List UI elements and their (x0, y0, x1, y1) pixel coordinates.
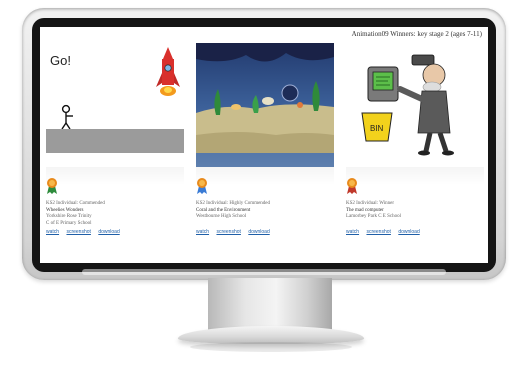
bin-drawing: BIN (361, 112, 393, 142)
entry-title: Wheelies Wonders (46, 207, 84, 213)
download-link[interactable]: download (248, 229, 269, 235)
card-links: watch screenshot download (346, 229, 426, 235)
download-link[interactable]: download (98, 229, 119, 235)
download-link[interactable]: download (398, 229, 419, 235)
stand-shadow (190, 342, 352, 352)
thumbnail-reflection (346, 167, 484, 185)
entry-author: Lamorbey Park C E School (346, 214, 401, 220)
screen: Animation09 Winners: key stage 2 (ages 7… (40, 27, 488, 263)
entry-author: Westbourne High School (196, 214, 247, 220)
watch-link[interactable]: watch (196, 229, 209, 235)
watch-link[interactable]: watch (46, 229, 59, 235)
card-links: watch screenshot download (196, 229, 276, 235)
award-ribbon-icon (46, 177, 58, 195)
monitor: Animation09 Winners: key stage 2 (ages 7… (22, 8, 506, 280)
award-line: KS2 Individual: Commended (46, 201, 105, 206)
award-ribbon-icon (346, 177, 358, 195)
bin-label: BIN (370, 124, 384, 133)
award-line: KS2 Individual: Winner (346, 201, 395, 206)
entry-author: Yorkshire Rose Trinity (46, 214, 92, 220)
entry-title: Coral and the Environment (196, 207, 251, 213)
card-meta: KS2 Individual: Winner The mad computer … (346, 201, 484, 221)
thumbnail-go[interactable]: Go! (46, 43, 184, 167)
monitor-stand-neck (208, 278, 332, 330)
card-links: watch screenshot download (46, 229, 126, 235)
screenshot-link[interactable]: screenshot (216, 229, 240, 235)
card-meta: KS2 Individual: Commended Wheelies Wonde… (46, 201, 184, 227)
card-meta: KS2 Individual: Highly Commended Coral a… (196, 201, 334, 221)
page-title: Animation09 Winners: key stage 2 (ages 7… (351, 30, 482, 38)
monitor-bezel: Animation09 Winners: key stage 2 (ages 7… (32, 18, 496, 272)
gallery-card-3[interactable]: BIN KS2 Individual: Winner The mad compu… (346, 43, 484, 263)
award-ribbon-icon (196, 177, 208, 195)
screenshot-link[interactable]: screenshot (66, 229, 90, 235)
gallery-card-2[interactable]: KS2 Individual: Highly Commended Coral a… (196, 43, 334, 263)
thumbnail-reflection (196, 167, 334, 185)
entry-school: C of E Primary School (46, 220, 92, 226)
thumbnail-coral[interactable] (196, 43, 334, 167)
entry-title: The mad computer (346, 207, 384, 213)
monitor-chin (82, 269, 446, 275)
gallery: Go! KS2 Individual: Commended Wheelies W… (46, 43, 486, 263)
drawing-go-text: Go! (50, 53, 71, 68)
thumbnail-reflection (46, 167, 184, 185)
computer-drawing (367, 66, 399, 102)
gallery-card-1[interactable]: Go! KS2 Individual: Commended Wheelies W… (46, 43, 184, 263)
watch-link[interactable]: watch (346, 229, 359, 235)
thumbnail-mad-computer[interactable]: BIN (346, 43, 484, 167)
screenshot-link[interactable]: screenshot (366, 229, 390, 235)
award-line: KS2 Individual: Highly Commended (196, 201, 271, 206)
